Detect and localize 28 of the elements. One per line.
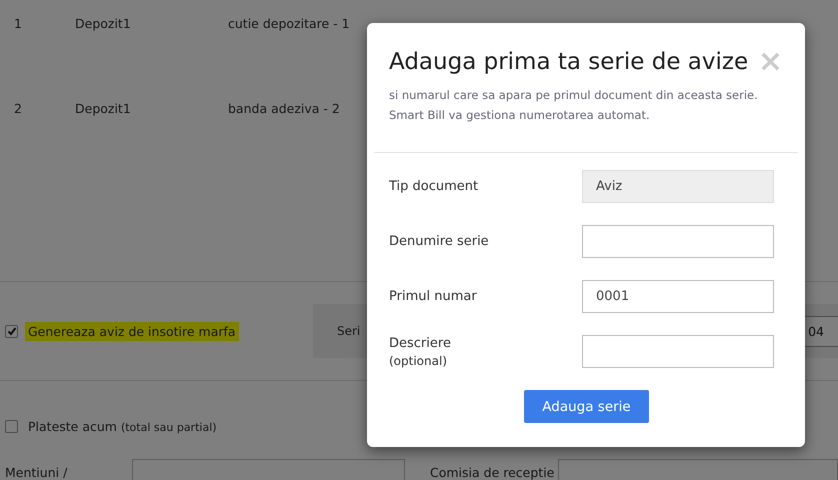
field-label: Primul numar bbox=[389, 289, 477, 304]
table-cell: 2 bbox=[14, 101, 22, 116]
field-label: Denumire serie bbox=[389, 234, 489, 249]
input-field[interactable] bbox=[582, 225, 774, 258]
series-label: Seri bbox=[337, 324, 360, 338]
add-series-button[interactable]: Adauga serie bbox=[524, 390, 649, 423]
table-cell: Depozit1 bbox=[75, 16, 131, 31]
modal-title: Adauga prima ta serie de avize bbox=[389, 49, 748, 75]
checkbox-label: Genereaza aviz de insotire marfa bbox=[25, 322, 239, 340]
table-cell: Depozit1 bbox=[75, 101, 131, 116]
input-field[interactable]: 0001 bbox=[582, 280, 774, 313]
table-cell: banda adeziva - 2 bbox=[228, 101, 340, 116]
field-label: Mentiuni / bbox=[5, 464, 68, 480]
checkbox[interactable] bbox=[5, 324, 18, 338]
table-cell: cutie depozitare - 1 bbox=[228, 16, 350, 31]
input-field[interactable] bbox=[558, 459, 838, 480]
checkbox[interactable] bbox=[5, 420, 18, 432]
checkbox-label: Plateste acum (total sau partial) bbox=[28, 418, 217, 434]
modal-subtitle: si numarul care sa apara pe primul document din aceasta serie. bbox=[389, 87, 759, 104]
field-label: Descriere bbox=[389, 336, 451, 350]
input-field[interactable]: Aviz bbox=[582, 170, 774, 203]
field-label: Comisia de receptie bbox=[430, 464, 556, 480]
field-note: (optional) bbox=[389, 354, 448, 368]
modal-subtitle: Smart Bill va gestiona numerotarea automat. bbox=[389, 107, 651, 124]
field-label: Tip document bbox=[389, 179, 478, 194]
input-field[interactable] bbox=[582, 335, 774, 368]
input-field[interactable] bbox=[132, 459, 405, 480]
table-cell: 1 bbox=[14, 16, 22, 31]
